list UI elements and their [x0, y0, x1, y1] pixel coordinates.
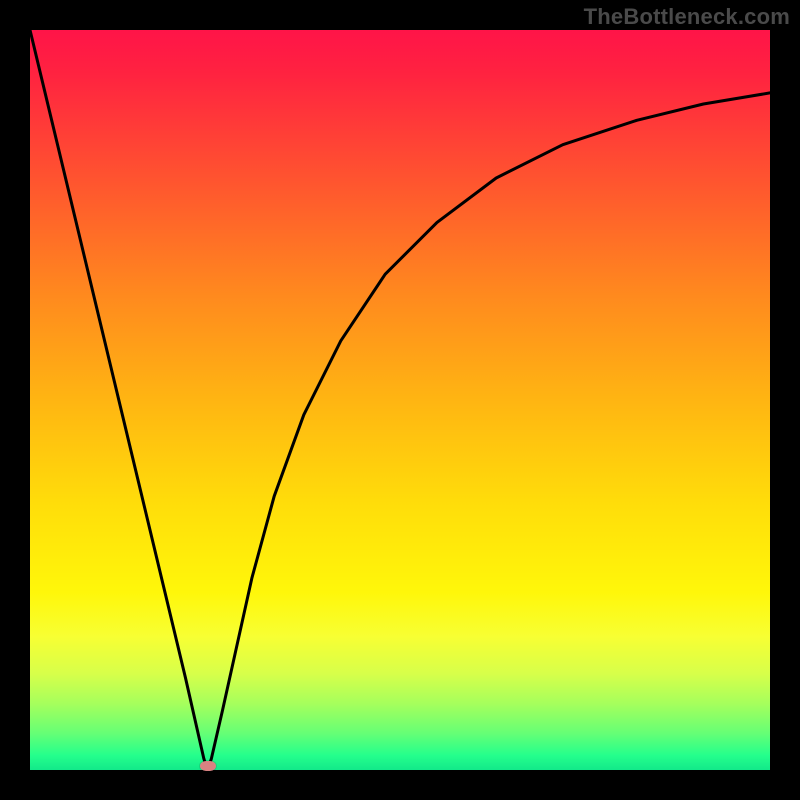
bottleneck-curve [30, 30, 770, 770]
watermark-text: TheBottleneck.com [584, 4, 790, 30]
plot-area [30, 30, 770, 770]
chart-frame: TheBottleneck.com [0, 0, 800, 800]
optimal-point-marker [200, 761, 216, 771]
